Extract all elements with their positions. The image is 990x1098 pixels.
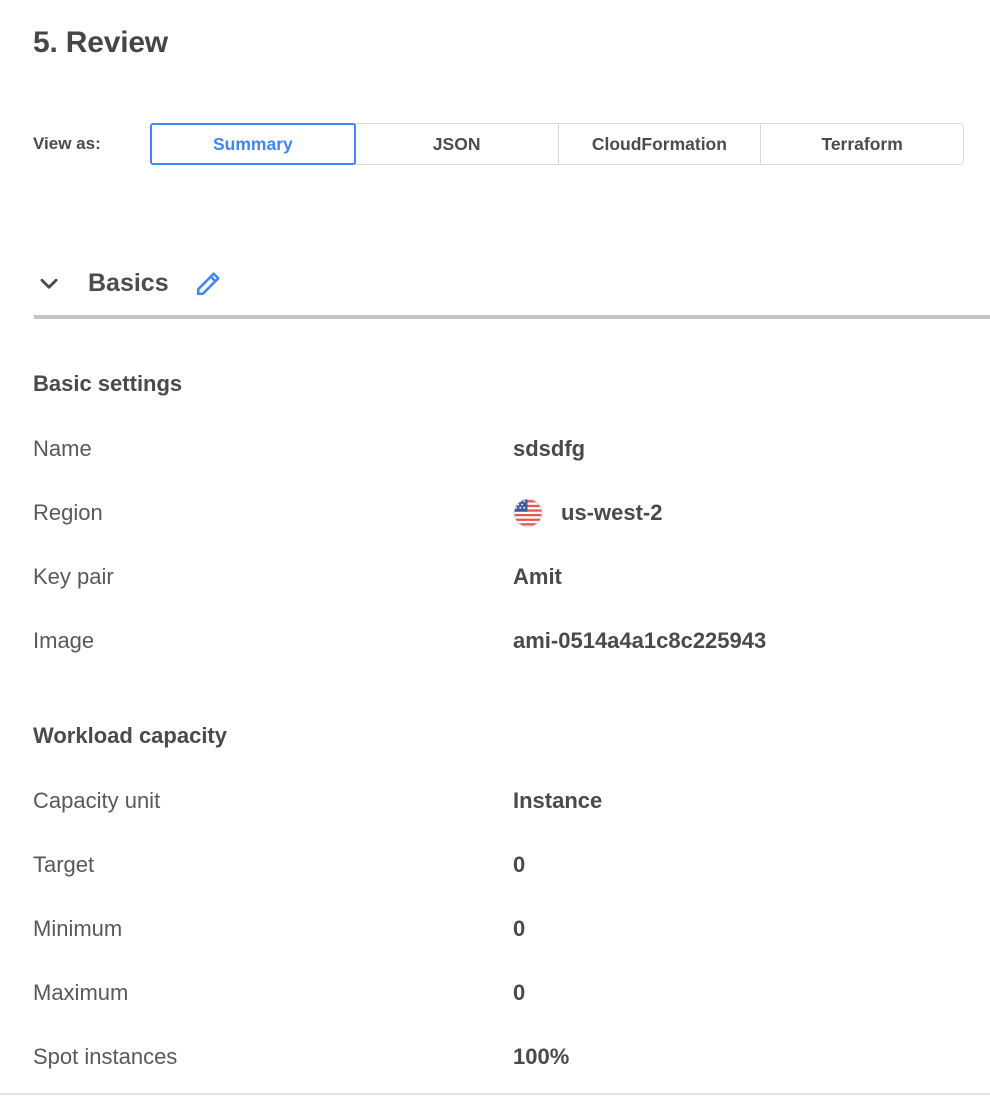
row-label: Region — [33, 500, 513, 526]
view-as-row: View as: Summary JSON CloudFormation Ter… — [33, 123, 990, 165]
row-label: Spot instances — [33, 1044, 513, 1070]
bottom-divider — [0, 1093, 990, 1095]
row-label: Target — [33, 852, 513, 878]
group-rows: Capacity unit Instance Target 0 Minimum … — [33, 769, 990, 1089]
basics-section-header: Basics — [33, 269, 990, 298]
group-workload-capacity: Workload capacity Capacity unit Instance… — [33, 723, 990, 1089]
row-value: 100% — [513, 1044, 569, 1070]
row-minimum: Minimum 0 — [33, 897, 990, 961]
us-flag-icon — [513, 498, 543, 528]
tab-summary[interactable]: Summary — [150, 123, 356, 165]
view-as-tab-group: Summary JSON CloudFormation Terraform — [150, 123, 964, 165]
tab-json[interactable]: JSON — [355, 123, 559, 165]
row-value: Instance — [513, 788, 602, 814]
review-page: 5. Review View as: Summary JSON CloudFor… — [0, 0, 990, 1098]
row-value: Amit — [513, 564, 562, 590]
section-divider — [34, 315, 990, 319]
row-value: 0 — [513, 980, 525, 1006]
group-rows: Name sdsdfg Region — [33, 417, 990, 673]
group-heading: Basic settings — [33, 371, 990, 397]
row-label: Name — [33, 436, 513, 462]
row-value: sdsdfg — [513, 436, 585, 462]
row-target: Target 0 — [33, 833, 990, 897]
row-image: Image ami-0514a4a1c8c225943 — [33, 609, 990, 673]
row-value: 0 — [513, 852, 525, 878]
row-label: Minimum — [33, 916, 513, 942]
page-title: 5. Review — [33, 0, 990, 60]
row-label: Capacity unit — [33, 788, 513, 814]
row-name: Name sdsdfg — [33, 417, 990, 481]
row-capacity-unit: Capacity unit Instance — [33, 769, 990, 833]
tab-terraform[interactable]: Terraform — [760, 123, 964, 165]
row-label: Image — [33, 628, 513, 654]
group-heading: Workload capacity — [33, 723, 990, 749]
view-as-label: View as: — [33, 134, 150, 154]
chevron-down-icon[interactable] — [36, 271, 62, 297]
tab-cloudformation[interactable]: CloudFormation — [558, 123, 762, 165]
row-spot-instances: Spot instances 100% — [33, 1025, 990, 1089]
row-value: 0 — [513, 916, 525, 942]
row-value: ami-0514a4a1c8c225943 — [513, 628, 766, 654]
row-value-text: us-west-2 — [561, 500, 662, 526]
row-region: Region — [33, 481, 990, 545]
section-title: Basics — [88, 269, 169, 298]
pencil-icon[interactable] — [194, 269, 223, 298]
group-basic-settings: Basic settings Name sdsdfg Region — [33, 371, 990, 673]
row-maximum: Maximum 0 — [33, 961, 990, 1025]
row-label: Maximum — [33, 980, 513, 1006]
row-value: us-west-2 — [513, 498, 662, 528]
row-label: Key pair — [33, 564, 513, 590]
row-key-pair: Key pair Amit — [33, 545, 990, 609]
